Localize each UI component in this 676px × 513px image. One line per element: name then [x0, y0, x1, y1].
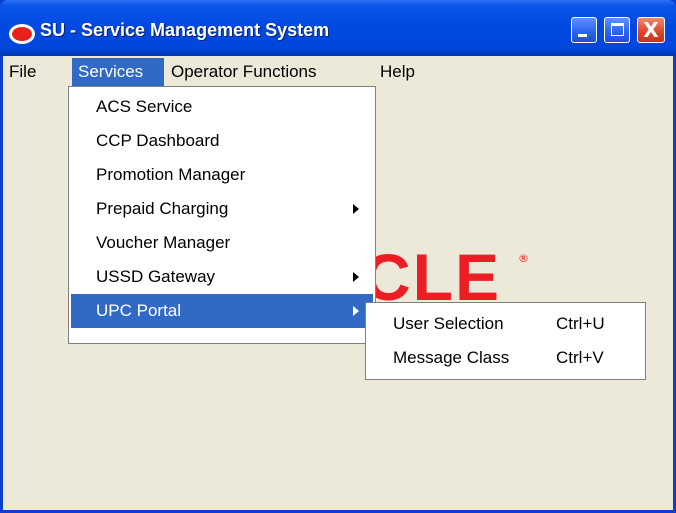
close-icon: X: [643, 18, 659, 42]
submenu-item-message-class[interactable]: Message Class Ctrl+V: [368, 341, 643, 375]
menu-item-upc-portal[interactable]: UPC Portal: [71, 294, 373, 328]
window-title: SU - Service Management System: [40, 20, 330, 40]
minimize-icon: [578, 34, 587, 37]
submenu-arrow-icon: [353, 204, 359, 214]
menu-services[interactable]: Services: [72, 58, 164, 86]
menu-bar: File Services Operator Functions Help: [3, 56, 673, 88]
title-bar[interactable]: SU - Service Management System X: [0, 0, 676, 56]
menu-operator-functions[interactable]: Operator Functions: [165, 58, 364, 86]
application-window: SU - Service Management System X File Se…: [0, 0, 676, 513]
menu-item-label: Prepaid Charging: [96, 199, 229, 218]
close-button[interactable]: X: [637, 17, 665, 43]
keyboard-shortcut: Ctrl+U: [556, 314, 605, 333]
submenu-item-label: Message Class: [393, 348, 510, 367]
menu-item-label: Promotion Manager: [96, 165, 246, 184]
menu-item-promotion-manager[interactable]: Promotion Manager: [71, 158, 373, 192]
menu-file[interactable]: File: [3, 58, 69, 86]
menu-item-label: UPC Portal: [96, 301, 182, 320]
submenu-arrow-icon: [353, 272, 359, 282]
maximize-icon: [611, 23, 624, 36]
menu-help[interactable]: Help: [374, 58, 429, 86]
menu-item-label: USSD Gateway: [96, 267, 216, 286]
menu-item-label: Voucher Manager: [96, 233, 231, 252]
registered-mark: ®: [518, 252, 529, 265]
menu-item-ussd-gateway[interactable]: USSD Gateway: [71, 260, 373, 294]
client-area: File Services Operator Functions Help CL…: [3, 56, 673, 510]
oracle-app-icon[interactable]: [9, 24, 35, 44]
submenu-item-label: User Selection: [393, 314, 504, 333]
menu-item-label: CCP Dashboard: [96, 131, 220, 150]
upc-portal-submenu: User Selection Ctrl+U Message Class Ctrl…: [365, 302, 646, 380]
menu-item-acs-service[interactable]: ACS Service: [71, 90, 373, 124]
submenu-item-user-selection[interactable]: User Selection Ctrl+U: [368, 307, 643, 341]
menu-item-label: ACS Service: [96, 97, 193, 116]
menu-item-ccp-dashboard[interactable]: CCP Dashboard: [71, 124, 373, 158]
maximize-button[interactable]: [604, 17, 630, 43]
menu-item-prepaid-charging[interactable]: Prepaid Charging: [71, 192, 373, 226]
submenu-arrow-icon: [353, 306, 359, 316]
minimize-button[interactable]: [571, 17, 597, 43]
keyboard-shortcut: Ctrl+V: [556, 348, 604, 367]
menu-item-voucher-manager[interactable]: Voucher Manager: [71, 226, 373, 260]
services-dropdown-menu: ACS Service CCP Dashboard Promotion Mana…: [68, 86, 376, 344]
